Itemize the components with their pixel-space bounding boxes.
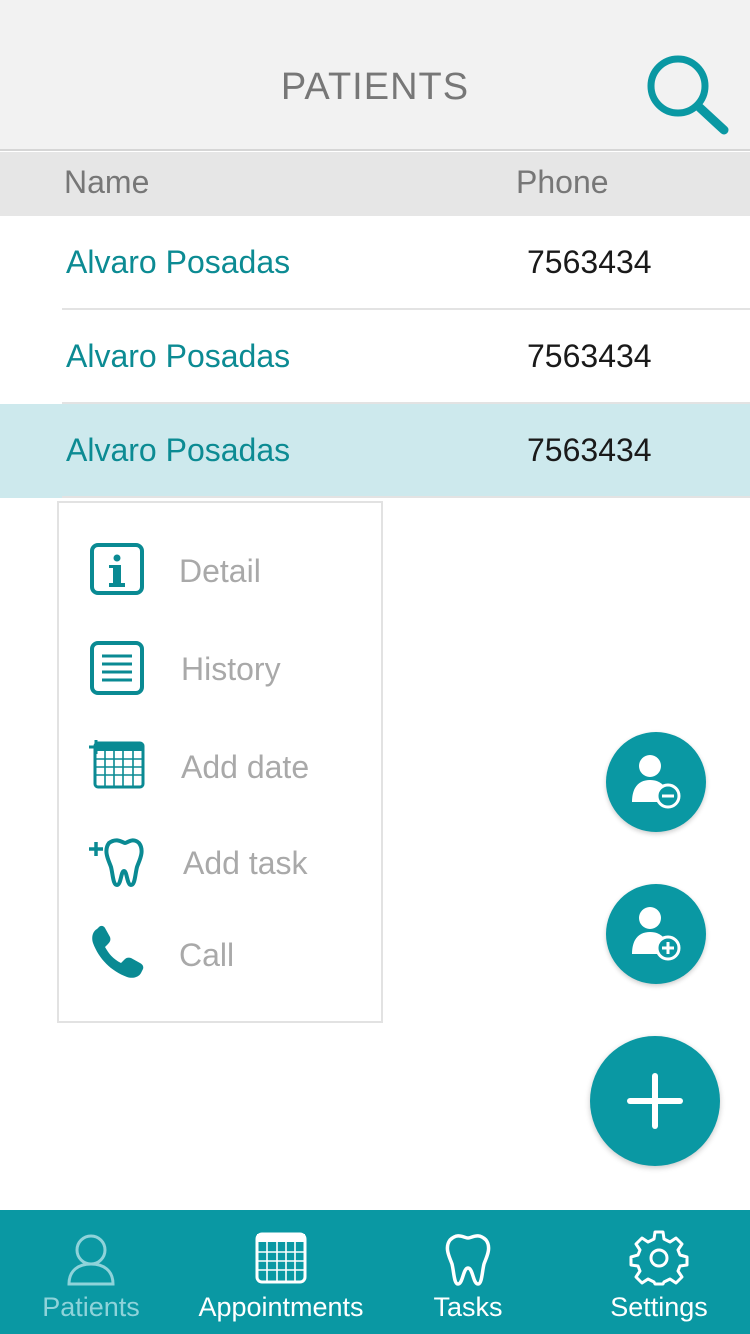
- patient-phone: 7563434: [527, 244, 652, 280]
- info-icon: [90, 543, 144, 595]
- menu-item-add-date[interactable]: Add date: [59, 721, 381, 811]
- context-menu: Detail History Add date Add task Call: [57, 501, 383, 1023]
- gear-icon: [629, 1230, 689, 1286]
- calendar-add-icon: [89, 740, 145, 789]
- menu-item-label: Add task: [183, 845, 308, 881]
- menu-item-label: Call: [179, 937, 235, 973]
- column-header-name: Name: [64, 164, 150, 200]
- user-add-icon: [632, 907, 681, 961]
- menu-item-add-task[interactable]: Add task: [59, 817, 381, 907]
- tab-tasks[interactable]: Tasks: [408, 1210, 528, 1334]
- tab-patients[interactable]: Patients: [16, 1210, 166, 1334]
- tab-appointments[interactable]: Appointments: [186, 1210, 376, 1334]
- search-button[interactable]: [644, 52, 732, 136]
- list-icon: [90, 641, 144, 695]
- tab-label: Appointments: [198, 1292, 364, 1322]
- table-header: Name Phone: [0, 152, 750, 216]
- tab-label: Patients: [42, 1292, 140, 1322]
- menu-item-detail[interactable]: Detail: [59, 525, 381, 615]
- remove-patient-button[interactable]: [606, 732, 706, 832]
- menu-item-label: Detail: [179, 553, 261, 589]
- calendar-icon: [255, 1232, 307, 1284]
- tab-settings[interactable]: Settings: [592, 1210, 726, 1334]
- patient-name: Alvaro Posadas: [66, 338, 291, 374]
- menu-item-label: History: [181, 651, 281, 687]
- column-header-phone: Phone: [516, 164, 609, 200]
- patient-name: Alvaro Posadas: [66, 432, 291, 468]
- row-divider: [62, 496, 750, 498]
- menu-item-label: Add date: [181, 749, 310, 785]
- menu-item-call[interactable]: Call: [59, 909, 381, 999]
- patient-phone: 7563434: [527, 338, 652, 374]
- table-row-selected[interactable]: Alvaro Posadas 7563434: [0, 404, 750, 498]
- patient-phone: 7563434: [527, 432, 652, 468]
- tab-label: Tasks: [433, 1292, 503, 1322]
- tab-bar: Patients Appointments Tasks Settings: [0, 1210, 750, 1334]
- tooth-icon: [445, 1234, 491, 1286]
- user-remove-icon: [632, 755, 681, 809]
- add-patient-button[interactable]: [606, 884, 706, 984]
- app-header: PATIENTS: [0, 0, 750, 151]
- tab-label: Settings: [610, 1292, 708, 1322]
- phone-icon: [92, 925, 144, 978]
- plus-icon: [627, 1073, 683, 1129]
- patient-name: Alvaro Posadas: [66, 244, 291, 280]
- user-icon: [67, 1234, 115, 1286]
- table-row[interactable]: Alvaro Posadas 7563434: [0, 216, 750, 310]
- add-button[interactable]: [590, 1036, 720, 1166]
- search-icon: [647, 55, 729, 135]
- page-title: PATIENTS: [280, 66, 470, 108]
- table-row[interactable]: Alvaro Posadas 7563434: [0, 310, 750, 404]
- menu-item-history[interactable]: History: [59, 623, 381, 713]
- tooth-add-icon: [89, 838, 144, 888]
